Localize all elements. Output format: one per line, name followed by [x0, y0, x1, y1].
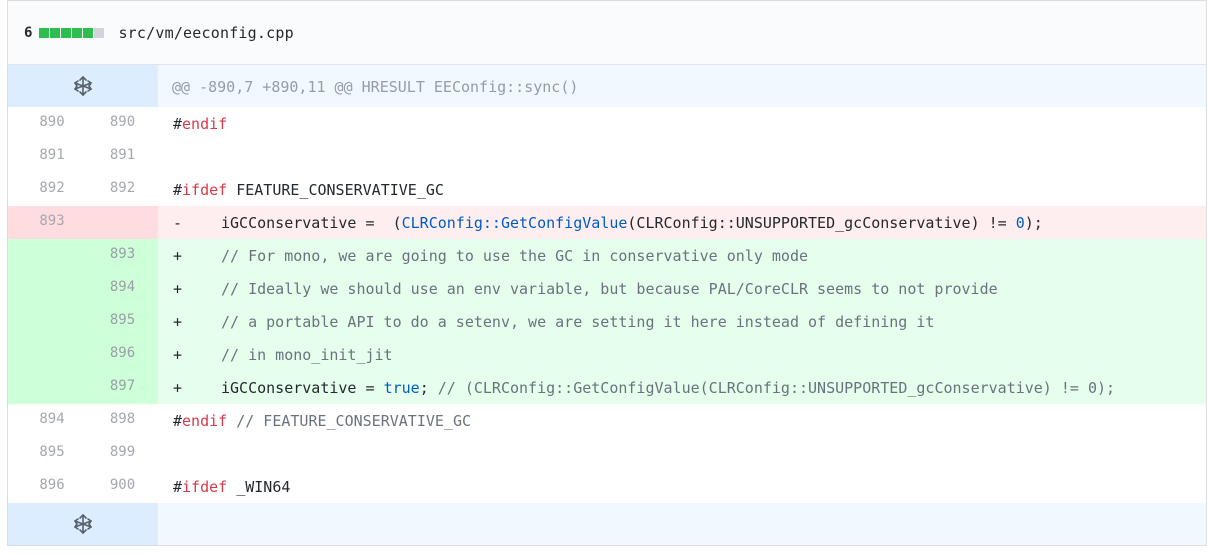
code-token: _WIN64 [227, 478, 291, 496]
code-line: + iGCConservative = true; // (CLRConfig::… [158, 371, 1206, 404]
code-token: # [173, 115, 183, 133]
code-token: FEATURE_CONSERVATIVE_GC [227, 181, 444, 199]
old-line-number[interactable]: 892 [8, 173, 83, 206]
code-token: // For mono, we are going to use the GC … [221, 247, 808, 265]
new-line-number[interactable]: 894 [83, 272, 158, 305]
old-line-number[interactable]: 893 [8, 206, 83, 239]
hunk-footer-fill [158, 503, 1206, 545]
code-token: // in mono_init_jit [221, 346, 393, 364]
code-token: # [173, 412, 183, 430]
diffstat-block-added [39, 27, 50, 38]
context-line: 892 892 #ifdef FEATURE_CONSERVATIVE_GC [8, 173, 1206, 206]
code-line: #endif [158, 107, 1206, 140]
context-line: 894 898 #endif // FEATURE_CONSERVATIVE_GC [8, 404, 1206, 437]
deletion-marker: - [173, 214, 183, 232]
deleted-line: 893 - iGCConservative = (CLRConfig::GetCon… [8, 206, 1206, 239]
addition-marker: + [173, 247, 183, 265]
code-line: #endif // FEATURE_CONSERVATIVE_GC [158, 404, 1206, 437]
new-line-number[interactable]: 900 [83, 470, 158, 503]
addition-marker: + [173, 346, 183, 364]
context-line: 896 900 #ifdef _WIN64 [8, 470, 1206, 503]
diffstat-block-added [83, 27, 94, 38]
new-line-number[interactable]: 893 [83, 239, 158, 272]
code-line: + // Ideally we should use an env variabl… [158, 272, 1206, 305]
code-line: - iGCConservative = (CLRConfig::GetConfig… [158, 206, 1206, 239]
unfold-icon [73, 75, 93, 97]
old-line-number[interactable] [8, 305, 83, 338]
code-token: endif [182, 412, 228, 430]
old-line-number[interactable] [8, 239, 83, 272]
code-line: + // For mono, we are going to use the GC… [158, 239, 1206, 272]
code-token: iGCConservative = ( [221, 214, 402, 232]
code-token: // a portable API to do a setenv, we are… [221, 313, 935, 331]
code-line: + // a portable API to do a setenv, we ar… [158, 305, 1206, 338]
new-line-number[interactable]: 898 [83, 404, 158, 437]
addition-marker: + [173, 280, 183, 298]
diffstat-block-neutral [94, 27, 105, 38]
old-line-number[interactable]: 894 [8, 404, 83, 437]
added-line: 894 + // Ideally we should use an env vari… [8, 272, 1206, 305]
context-line: 895 899 [8, 437, 1206, 470]
context-line: 891 891 [8, 140, 1206, 173]
old-line-number[interactable]: 896 [8, 470, 83, 503]
new-line-number[interactable]: 892 [83, 173, 158, 206]
new-line-number[interactable]: 890 [83, 107, 158, 140]
diffstat-block-added [61, 27, 72, 38]
unfold-icon [73, 513, 93, 535]
code-token: // FEATURE_CONSERVATIVE_GC [227, 412, 472, 430]
diffstat [39, 27, 105, 38]
addition-marker: + [173, 379, 183, 397]
file-path[interactable]: src/vm/eeconfig.cpp [118, 24, 293, 42]
added-line: 897 + iGCConservative = true; // (CLRConfi… [8, 371, 1206, 404]
old-line-number[interactable] [8, 272, 83, 305]
code-token: 0 [1015, 214, 1025, 232]
code-line: #ifdef _WIN64 [158, 470, 1206, 503]
added-line: 893 + // For mono, we are going to use the… [8, 239, 1206, 272]
new-line-number[interactable]: 899 [83, 437, 158, 470]
code-token: // (CLRConfig::GetConfigValue(CLRConfig:… [437, 379, 1116, 397]
hunk-header-row: @@ -890,7 +890,11 @@ HRESULT EEConfig::s… [8, 65, 1206, 107]
old-line-number[interactable]: 895 [8, 437, 83, 470]
code-token: ifdef [182, 181, 228, 199]
code-line: + // in mono_init_jit [158, 338, 1206, 371]
hunk-footer-row [8, 503, 1206, 545]
old-line-number[interactable] [8, 338, 83, 371]
code-token: CLRConfig::GetConfigValue [401, 214, 628, 232]
old-line-number[interactable]: 890 [8, 107, 83, 140]
new-line-number[interactable]: 895 [83, 305, 158, 338]
expand-up-button[interactable] [8, 65, 158, 107]
code-token: ifdef [182, 478, 228, 496]
code-line: #ifdef FEATURE_CONSERVATIVE_GC [158, 173, 1206, 206]
added-line: 895 + // a portable API to do a setenv, we… [8, 305, 1206, 338]
code-token: ; [419, 379, 438, 397]
diffstat-block-added [72, 27, 83, 38]
old-line-number[interactable]: 891 [8, 140, 83, 173]
addition-marker: + [173, 313, 183, 331]
new-line-number[interactable]: 896 [83, 338, 158, 371]
old-line-number[interactable] [8, 371, 83, 404]
hunk-header: @@ -890,7 +890,11 @@ HRESULT EEConfig::s… [158, 65, 1206, 107]
context-line: 890 890 #endif [8, 107, 1206, 140]
new-line-number[interactable] [83, 206, 158, 239]
code-token: iGCConservative = [221, 379, 384, 397]
code-token: ); [1024, 214, 1043, 232]
new-line-number[interactable]: 897 [83, 371, 158, 404]
new-line-number[interactable]: 891 [83, 140, 158, 173]
change-count: 6 [24, 24, 33, 41]
diff-file: 6 src/vm/eeconfig.cpp @@ -890,7 +890,11 [7, 0, 1207, 546]
diff-lines: 890 890 #endif 891 891 892 892 #ifdef FEATURE_C… [8, 107, 1206, 503]
code-token: endif [182, 115, 228, 133]
code-token: true [383, 379, 420, 397]
code-token: (CLRConfig::UNSUPPORTED_gcConservative) … [627, 214, 1016, 232]
expand-down-button[interactable] [8, 503, 158, 545]
file-header: 6 src/vm/eeconfig.cpp [8, 1, 1206, 65]
code-token: # [173, 478, 183, 496]
code-token: // Ideally we should use an env variable… [221, 280, 998, 298]
added-line: 896 + // in mono_init_jit [8, 338, 1206, 371]
code-token: # [173, 181, 183, 199]
diffstat-block-added [50, 27, 61, 38]
